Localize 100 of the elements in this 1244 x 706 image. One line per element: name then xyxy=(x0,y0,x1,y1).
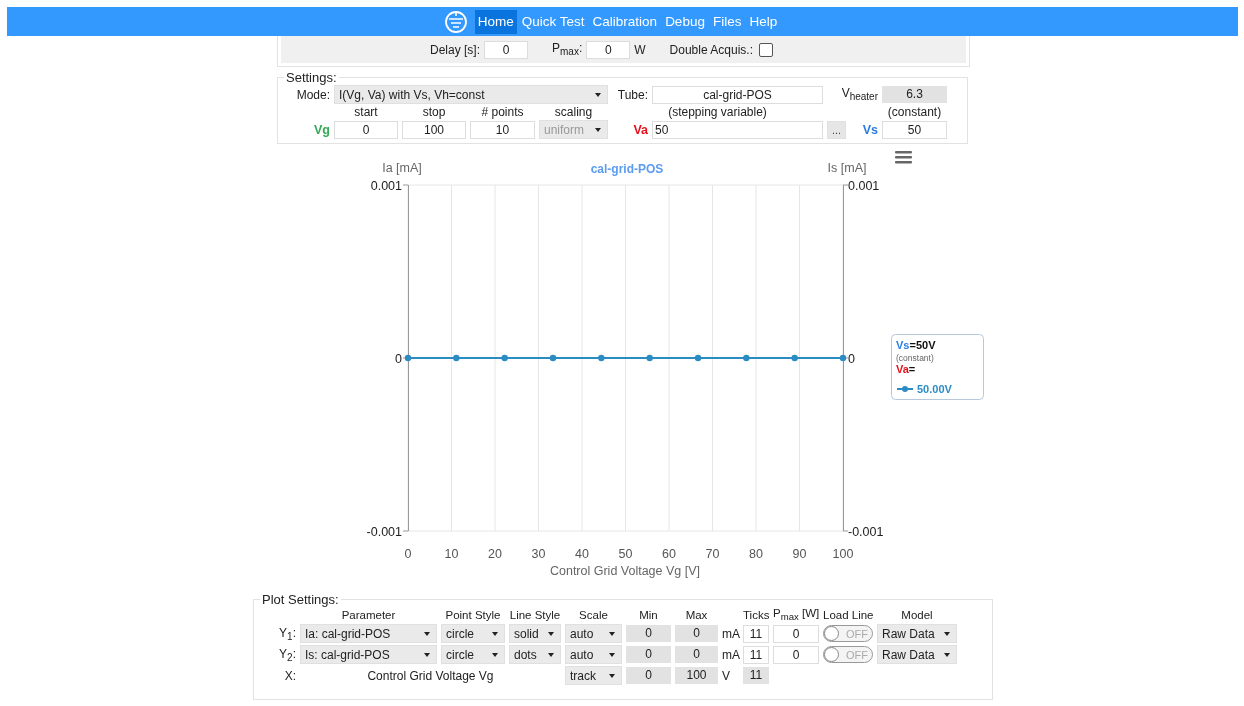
legend-text: Va= xyxy=(896,363,916,375)
scale-dropdown[interactable]: auto xyxy=(565,645,622,665)
scale-dropdown[interactable]: auto xyxy=(565,624,622,644)
checkbox[interactable] xyxy=(759,42,773,57)
axis-tick-label: 100 xyxy=(832,547,854,561)
mode-dropdown[interactable]: I(Vg, Va) with Vs, Vh=const xyxy=(334,85,608,104)
axis-tick-label: 40 xyxy=(575,547,589,561)
field-label: Double Acquis.: xyxy=(669,42,753,57)
start-field[interactable]: 0 xyxy=(334,120,398,139)
data-point xyxy=(839,354,847,362)
unit-label: mA xyxy=(722,626,739,641)
column-header: # points xyxy=(480,105,525,119)
axis-tick-label: 0 xyxy=(404,547,412,561)
axis-tick-label: 0 xyxy=(395,352,402,366)
row-label: Y$_{2}$: xyxy=(278,646,296,663)
min-value: 0 xyxy=(626,646,671,664)
axis-tick-label: 0.001 xyxy=(370,179,402,193)
caret-icon xyxy=(548,652,554,657)
axis-tick-label: 30 xyxy=(531,547,546,561)
data-point xyxy=(743,354,750,362)
tube-field[interactable]: cal-grid-POS xyxy=(652,85,823,104)
caret-icon xyxy=(424,631,430,636)
axis-tick-label: 90 xyxy=(792,547,807,561)
caret-icon xyxy=(609,652,615,657)
parameter-dropdown[interactable]: Is: cal-grid-POS xyxy=(300,645,437,665)
min-value: 0 xyxy=(626,625,671,643)
max-value: 0 xyxy=(675,625,718,643)
unit-label: mA xyxy=(722,647,739,662)
stop-field[interactable]: 100 xyxy=(402,120,466,139)
caret-icon xyxy=(492,652,498,657)
chart-title: cal-grid-POS xyxy=(590,162,664,176)
caret-icon xyxy=(424,652,430,657)
x-axis-title: Control Grid Voltage Vg [V] xyxy=(549,564,701,578)
pmax-field[interactable]: 0 xyxy=(773,645,819,664)
scale-dropdown[interactable]: track xyxy=(565,666,622,686)
parameter-name: Control Grid Voltage Vg xyxy=(366,668,495,683)
max-value: 0 xyxy=(675,646,718,664)
row-label: Y$_{1}$: xyxy=(278,625,296,642)
row-label: X: xyxy=(283,668,296,683)
field-label: P$_{max}$: xyxy=(552,41,583,58)
legend-series-label: 50.00V xyxy=(917,383,952,395)
axis-tick-label: 60 xyxy=(662,547,676,561)
field-label: Tube: xyxy=(616,87,648,102)
more-button[interactable]: ... xyxy=(827,120,846,139)
model-dropdown[interactable]: Raw Data xyxy=(877,645,957,665)
caret-icon xyxy=(944,652,950,657)
caret-icon xyxy=(595,92,601,97)
points-field[interactable]: 10 xyxy=(470,120,535,139)
data-point xyxy=(549,354,557,362)
point-style-dropdown[interactable]: circle xyxy=(441,645,505,665)
column-header: stop xyxy=(421,105,447,119)
model-dropdown[interactable]: Raw Data xyxy=(877,624,957,644)
data-point xyxy=(453,354,460,362)
variable-label: Va xyxy=(632,122,648,137)
point-style-dropdown[interactable]: circle xyxy=(441,624,505,644)
delay-field[interactable]: 0 xyxy=(484,40,528,59)
menu-icon[interactable] xyxy=(895,151,912,164)
column-header: Scale xyxy=(578,608,609,621)
pmax-field[interactable]: 0 xyxy=(586,40,631,59)
data-point xyxy=(404,354,412,362)
column-header: Point Style xyxy=(444,608,502,621)
y-axis-title: Ia [mA] xyxy=(382,161,422,175)
axis-tick-label: 50 xyxy=(618,547,633,561)
caret-icon xyxy=(492,631,498,636)
column-header: P$_{max}$ [W] xyxy=(773,607,819,623)
parameter-dropdown[interactable]: Ia: cal-grid-POS xyxy=(300,624,437,644)
caret-icon xyxy=(609,673,615,678)
legend-text: Vs=50V xyxy=(896,339,936,351)
ticks-field[interactable]: 11 xyxy=(743,624,769,643)
axis-tick-label: -0.001 xyxy=(848,525,884,539)
legend-note: (constant) xyxy=(896,353,934,363)
line-style-dropdown[interactable]: dots xyxy=(509,645,561,665)
column-header: (constant) xyxy=(886,105,943,119)
line-style-dropdown[interactable]: solid xyxy=(509,624,561,644)
section-title: Plot Settings: xyxy=(261,592,340,607)
axis-tick-label: -0.001 xyxy=(366,525,402,539)
column-header: scaling xyxy=(553,105,594,119)
column-header: Ticks xyxy=(743,608,769,621)
vacuum-tube-icon[interactable] xyxy=(443,9,468,34)
variable-label: Vs xyxy=(861,122,878,137)
axis-tick-label: 70 xyxy=(705,547,720,561)
section-title: Settings: xyxy=(285,70,338,85)
column-header: (stepping variable) xyxy=(667,105,768,119)
stepping-values-field[interactable]: 50 xyxy=(652,120,823,139)
caret-icon xyxy=(595,127,601,132)
min-value: 0 xyxy=(626,667,671,685)
field-label: Mode: xyxy=(295,87,330,102)
variable-label: Vg xyxy=(313,122,330,137)
heater-voltage-value: 6.3 xyxy=(882,86,947,103)
data-point xyxy=(694,354,702,362)
caret-icon xyxy=(548,631,554,636)
legend-line-icon xyxy=(896,386,914,392)
pmax-field[interactable]: 0 xyxy=(773,624,819,643)
ticks-field[interactable]: 11 xyxy=(743,645,769,664)
nav-tab[interactable]: Home xyxy=(474,9,517,34)
constant-value-field[interactable]: 50 xyxy=(882,120,947,139)
caret-icon xyxy=(609,631,615,636)
data-point xyxy=(791,354,798,362)
axis-tick-label: 80 xyxy=(749,547,763,561)
field-label: Delay [s]: xyxy=(430,42,480,57)
